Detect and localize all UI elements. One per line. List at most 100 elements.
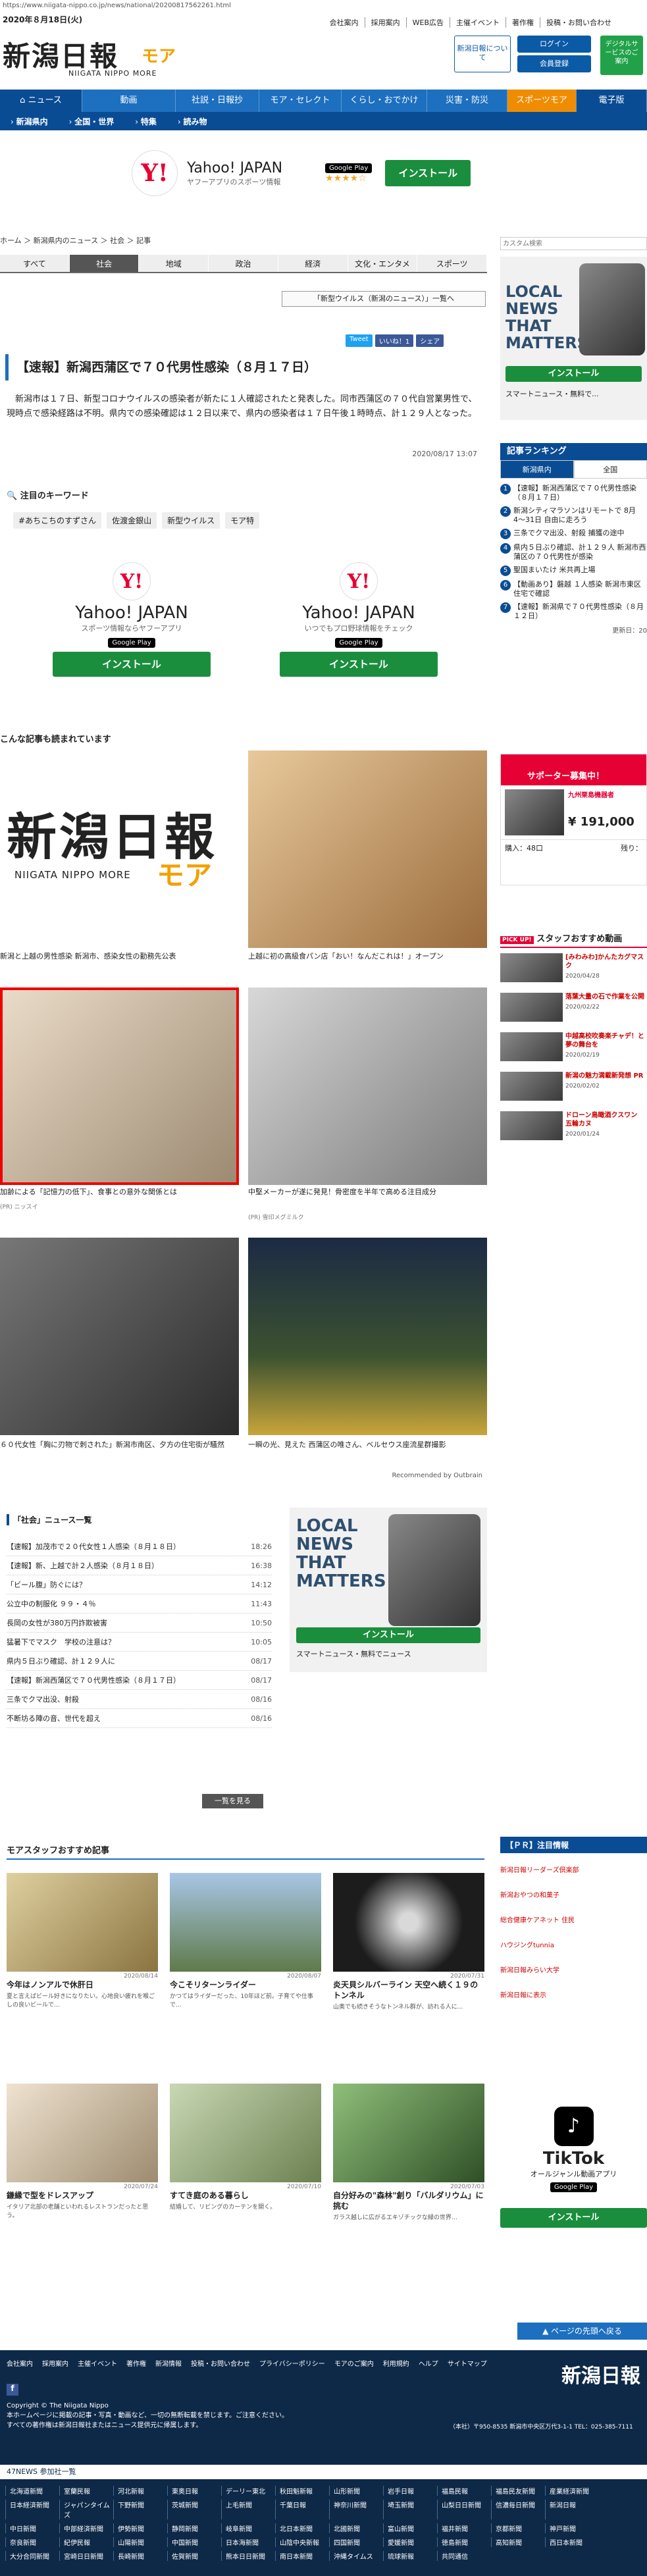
site-logo[interactable]: 新潟日報 [3, 34, 118, 74]
newspaper-link[interactable]: 大分合同新聞 [5, 2551, 59, 2561]
page-top-button[interactable]: ▲ ページの先頭へ戻る [517, 2323, 647, 2340]
news-row[interactable]: 長岡の女性が380万円詐欺被害 10:50 [7, 1614, 272, 1633]
footer-link[interactable]: ヘルプ [419, 2358, 438, 2368]
pr-info-item[interactable]: 新潟日報みらい大学 [500, 1958, 647, 1984]
newspaper-link[interactable]: デーリー東北 [221, 2486, 275, 2496]
ad-box[interactable]: Y! Yahoo! JAPAN いつでもプロ野球情報をチェック Google P… [247, 553, 471, 704]
local-news-ad[interactable]: LOCAL NEWS THAT MATTERS インストール スマートニュース・… [290, 1508, 487, 1672]
news-row[interactable]: 猛暑下でマスク 学校の注意は？ 10:05 [7, 1633, 272, 1652]
newspaper-link[interactable]: 福島民報 [437, 2486, 491, 2496]
footer-link[interactable]: モアのご案内 [334, 2358, 374, 2368]
newspaper-link[interactable]: 新潟日報 [545, 2500, 599, 2519]
tiktok-ad[interactable]: ♪ TikTok オールジャンル動画アプリ Google Play インストール [500, 2100, 647, 2258]
related-caption[interactable]: 中堅メーカーが遂に発見！骨密度を半年で高める注目成分 [248, 1187, 487, 1197]
newspaper-link[interactable]: 琉球新報 [383, 2551, 437, 2561]
newspaper-link[interactable]: 室蘭民報 [59, 2486, 113, 2496]
install-button[interactable]: インストール [280, 652, 438, 677]
newspaper-link[interactable]: 福島民友新聞 [491, 2486, 545, 2496]
newspaper-link[interactable]: 愛媛新聞 [383, 2537, 437, 2547]
newspaper-link[interactable]: 岐阜新聞 [221, 2523, 275, 2533]
more-news-button[interactable]: 一覧を見る [202, 1794, 263, 1808]
subnav-item[interactable]: › 特集 [124, 116, 167, 127]
newspaper-link[interactable]: 茨城新聞 [167, 2500, 221, 2519]
newspaper-link[interactable]: 富山新聞 [383, 2523, 437, 2533]
ranking-item[interactable]: 7 【速報】新潟県で７０代男性感染（８月１２日） [500, 602, 647, 621]
newspaper-link[interactable]: 秋田魁新報 [275, 2486, 329, 2496]
newspaper-link[interactable]: 河北新報 [113, 2486, 167, 2496]
news-row[interactable]: 【速報】新潟西蒲区で７０代男性感染（８月１７日） 08/17 [7, 1671, 272, 1690]
news-row[interactable]: 県内５日ぶり確認、計１２９人に 08/17 [7, 1652, 272, 1671]
footer-link[interactable]: 採用案内 [42, 2358, 68, 2368]
related-caption[interactable]: 新潟と上越の男性感染 新潟市、感染女性の勤務先公表 [0, 951, 239, 962]
search-input[interactable] [500, 237, 647, 250]
newspaper-link[interactable]: 埼玉新聞 [383, 2500, 437, 2519]
related-image[interactable] [0, 1238, 239, 1435]
install-button[interactable]: インストール [500, 2208, 647, 2228]
moa-card[interactable]: 2020/07/03 自分好みの"森林"創り「バルダリウム」に挑む ガラス越しに… [333, 2084, 484, 2222]
news-row[interactable]: 公立中の制服化 ９９・４％ 11:43 [7, 1594, 272, 1614]
related-image[interactable] [248, 1238, 487, 1435]
newspaper-link[interactable]: 伊勢新聞 [113, 2523, 167, 2533]
related-caption[interactable]: ６０代女性「胸に刃物で刺された」新潟市南区、夕方の住宅街が騒然 [0, 1440, 239, 1450]
install-button[interactable]: インストール [53, 652, 211, 677]
keyword-tag[interactable]: #あちこちのすずさん [13, 512, 102, 529]
ranking-tab-local[interactable]: 新潟県内 [500, 460, 574, 479]
subnav-item[interactable]: › 読み物 [167, 116, 218, 127]
newspaper-link[interactable]: 山形新聞 [329, 2486, 383, 2496]
newspaper-link[interactable]: 上毛新聞 [221, 2500, 275, 2519]
ranking-item[interactable]: 6 【動画あり】磐越 １人感染 新潟市東区住宅で確認 [500, 580, 647, 598]
newspaper-link[interactable]: 熊本日日新聞 [221, 2551, 275, 2561]
newspaper-link[interactable]: 中部経済新聞 [59, 2523, 113, 2533]
ranking-item[interactable]: 3 三条でクマ出没、射殺 捕獲の途中 [500, 529, 647, 539]
footer-link[interactable]: 著作権 [126, 2358, 146, 2368]
newspaper-link[interactable]: 下野新聞 [113, 2500, 167, 2519]
tab-region[interactable]: 地域 [139, 255, 209, 272]
nav-more-select[interactable]: モア・セレクト [259, 90, 342, 112]
keyword-tag[interactable]: モア特 [225, 512, 260, 529]
footer-link[interactable]: 利用規約 [383, 2358, 409, 2368]
moa-card[interactable]: 2020/07/31 炎天貝シルバーライン 天空へ続く１９のトンネル 山奥でも続… [333, 1873, 484, 2012]
newspaper-link[interactable]: 岩手日報 [383, 2486, 437, 2496]
newspaper-link[interactable]: 南日本新聞 [275, 2551, 329, 2561]
ranking-tab-national[interactable]: 全国 [573, 460, 647, 479]
tweet-button[interactable]: Tweet [346, 334, 373, 347]
keyword-tag[interactable]: 新型ウイルス [162, 512, 220, 529]
register-button[interactable]: 会員登録 [517, 55, 591, 72]
ranking-item[interactable]: 1 【速報】新潟西蒲区で７０代男性感染（８月１７日） [500, 484, 647, 502]
pr-info-item[interactable]: 新潟おやつの和菓子 [500, 1883, 647, 1908]
video-item[interactable]: [みわみわ]かんたカグマスク 2020/04/28 [500, 953, 647, 982]
related-caption[interactable]: 一瞬の光、見えた 西蒲区の唯さん、ベルセウス座流星群撮影 [248, 1440, 487, 1450]
footer-link[interactable]: 新潟情報 [155, 2358, 182, 2368]
newspaper-link[interactable]: 日本経済新聞 [5, 2500, 59, 2519]
newspaper-link[interactable]: 山梨日日新聞 [437, 2500, 491, 2519]
nav-e-paper[interactable]: 電子版 [577, 90, 647, 112]
video-item[interactable]: 中越高校吹奏楽チャデ！と夢の舞台を 2020/02/19 [500, 1032, 647, 1061]
newspaper-link[interactable]: 四国新聞 [329, 2537, 383, 2547]
ad-box[interactable]: Y! Yahoo! JAPAN スポーツ情報ならヤフーアプリ Google Pl… [20, 553, 244, 704]
newspaper-link[interactable]: 中日新聞 [5, 2523, 59, 2533]
facebook-icon[interactable]: f [0, 2368, 647, 2396]
newspaper-link[interactable]: 山陰中央新報 [275, 2537, 329, 2547]
newspaper-link[interactable]: 産業経済新聞 [545, 2486, 599, 2496]
google-play-badge[interactable]: Google Play [550, 2182, 598, 2192]
newspaper-link[interactable]: 西日本新聞 [545, 2537, 599, 2547]
news-row[interactable]: 【速報】新、上越で計２人感染（８月１８日） 16:38 [7, 1556, 272, 1575]
tab-society[interactable]: 社会 [69, 255, 140, 272]
tab-culture[interactable]: 文化・エンタメ [348, 255, 418, 272]
google-play-badge[interactable]: Google Play [335, 638, 382, 648]
related-image[interactable]: 新潟日報 NIIGATA NIPPO MORE モア [0, 750, 239, 948]
newspaper-link[interactable]: 沖縄タイムス [329, 2551, 383, 2561]
newspaper-link[interactable]: 北海道新聞 [5, 2486, 59, 2496]
tab-politics[interactable]: 政治 [209, 255, 278, 272]
newspaper-link[interactable]: 日本海新聞 [221, 2537, 275, 2547]
share-button[interactable]: シェア [416, 334, 444, 347]
footer-link[interactable]: 会社案内 [7, 2358, 33, 2368]
newspaper-link[interactable]: 静岡新聞 [167, 2523, 221, 2533]
newspaper-link[interactable]: 京都新聞 [491, 2523, 545, 2533]
nav-editorial[interactable]: 社説・日報抄 [176, 90, 259, 112]
related-image[interactable] [0, 987, 239, 1185]
tab-economy[interactable]: 経済 [278, 255, 348, 272]
moa-card[interactable]: 2020/08/14 今年はノンアルで休肝日 夏と言えばビール好きになりたい。心… [7, 1873, 158, 2010]
footer-link[interactable]: サイトマップ [448, 2358, 487, 2368]
google-play-badge[interactable]: Google Play [108, 638, 155, 648]
